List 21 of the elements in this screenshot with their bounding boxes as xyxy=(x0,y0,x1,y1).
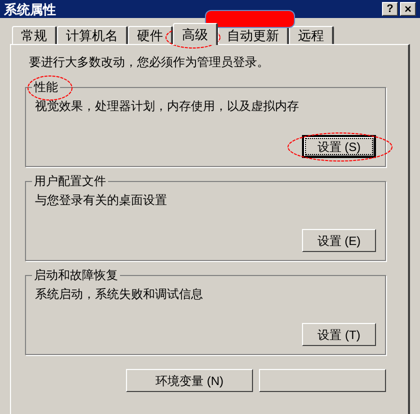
close-button[interactable]: × xyxy=(400,2,416,16)
tab[interactable]: 计算机名 xyxy=(57,26,128,44)
settings-button[interactable]: 设置 (S) xyxy=(302,135,376,158)
settings-button[interactable]: 设置 (T) xyxy=(302,323,376,346)
window-title: 系统属性 xyxy=(4,2,56,16)
tab[interactable]: 高级 xyxy=(173,23,218,45)
group-title: 用户配置文件 xyxy=(32,173,108,189)
group-title: 性能 xyxy=(32,79,60,95)
group-description: 视觉效果，处理器计划，内存使用，以及虚拟内存 xyxy=(35,98,300,114)
notice-text: 要进行大多数改动，您必须作为管理员登录。 xyxy=(29,54,270,71)
group-description: 与您登录有关的桌面设置 xyxy=(35,192,168,208)
tab[interactable]: 远程 xyxy=(289,26,334,44)
settings-button[interactable]: 设置 (E) xyxy=(302,229,376,252)
annotation-ellipse xyxy=(27,75,73,101)
dialog-button[interactable] xyxy=(259,369,386,392)
tab[interactable]: 常规 xyxy=(12,26,57,44)
group-description: 系统启动，系统失败和调试信息 xyxy=(35,286,204,302)
environment-variables-button[interactable]: 环境变量 (N) xyxy=(126,369,253,392)
tab[interactable]: 硬件 xyxy=(128,26,173,44)
help-button[interactable]: ? xyxy=(382,2,398,16)
group-title: 启动和故障恢复 xyxy=(32,267,120,283)
